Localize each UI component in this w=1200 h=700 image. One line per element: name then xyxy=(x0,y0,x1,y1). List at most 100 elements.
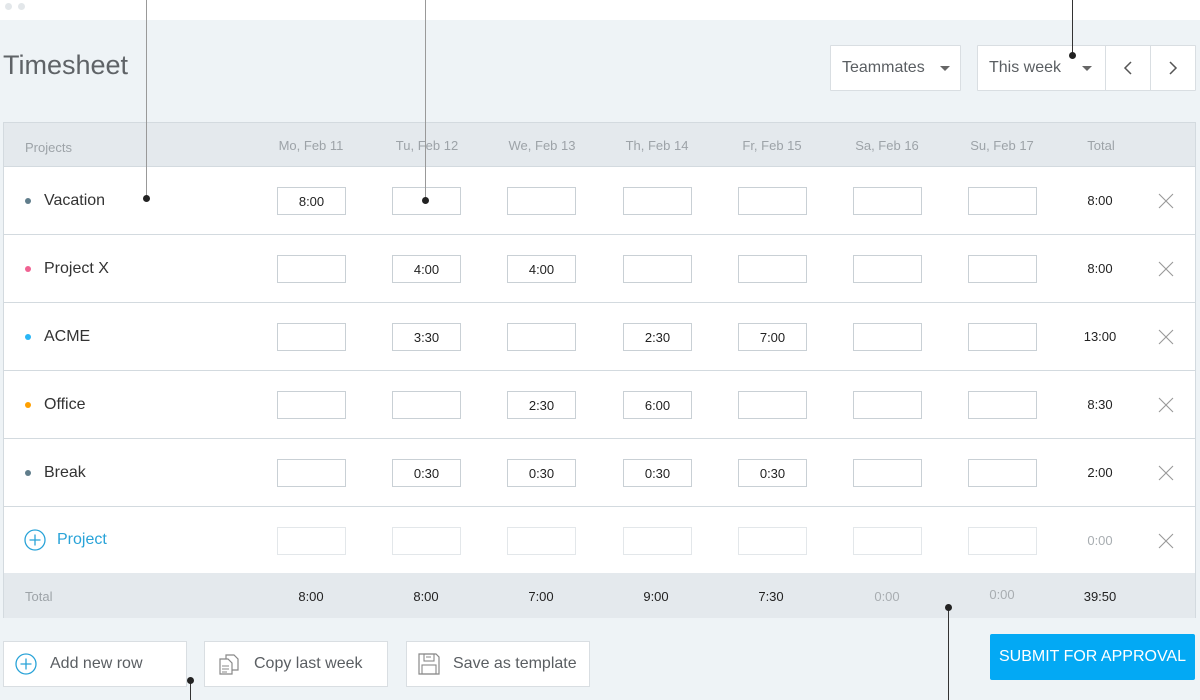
copy-last-week-label: Copy last week xyxy=(254,655,363,672)
time-entry-input[interactable] xyxy=(853,187,922,215)
time-entry-input[interactable]: 8:00 xyxy=(277,187,346,215)
time-entry-input[interactable] xyxy=(968,527,1037,555)
close-icon xyxy=(1158,329,1174,345)
project-name: Break xyxy=(44,464,86,481)
time-entry-input[interactable] xyxy=(277,255,346,283)
time-entry-input[interactable] xyxy=(277,391,346,419)
delete-row-button[interactable] xyxy=(1158,397,1174,413)
time-entry-input[interactable] xyxy=(968,323,1037,351)
time-entry-input[interactable] xyxy=(738,527,807,555)
time-entry-input[interactable] xyxy=(853,459,922,487)
project-color-dot xyxy=(25,334,31,340)
column-header: Th, Feb 14 xyxy=(625,138,689,153)
time-entry-input[interactable]: 0:30 xyxy=(623,459,692,487)
time-entry-input[interactable] xyxy=(853,323,922,351)
window-dot xyxy=(18,3,25,10)
delete-row-button[interactable] xyxy=(1158,533,1174,549)
page-title: Timesheet xyxy=(3,50,129,80)
time-entry-input[interactable] xyxy=(738,391,807,419)
teammates-dropdown[interactable]: Teammates xyxy=(830,45,961,91)
save-as-template-label: Save as template xyxy=(453,655,577,672)
day-total: 7:00 xyxy=(528,589,554,604)
time-entry-input[interactable] xyxy=(968,459,1037,487)
time-entry-input[interactable] xyxy=(277,459,346,487)
grand-total: 39:50 xyxy=(1083,589,1117,604)
time-entry-input[interactable]: 6:00 xyxy=(623,391,692,419)
callout-line xyxy=(146,0,147,198)
add-project-button[interactable]: Project xyxy=(24,529,107,551)
submit-for-approval-button[interactable]: SUBMIT FOR APPROVAL xyxy=(990,634,1195,680)
time-entry-input[interactable] xyxy=(277,323,346,351)
time-entry-input[interactable] xyxy=(392,391,461,419)
table-footer: Total 8:00 8:00 7:00 9:00 7:30 0:00 0:00 39:50 xyxy=(4,573,1195,618)
delete-row-button[interactable] xyxy=(1158,193,1174,209)
time-entry-input[interactable]: 3:30 xyxy=(392,323,461,351)
time-entry-input[interactable] xyxy=(853,391,922,419)
save-as-template-button[interactable]: Save as template xyxy=(406,641,590,687)
time-entry-input[interactable] xyxy=(853,527,922,555)
row-total: 8:30 xyxy=(1087,397,1113,412)
previous-week-button[interactable] xyxy=(1105,46,1150,90)
row-total: 8:00 xyxy=(1087,261,1113,276)
new-project-row: Project 0:00 xyxy=(4,507,1195,574)
time-entry-input[interactable] xyxy=(738,255,807,283)
time-entry-input[interactable] xyxy=(507,187,576,215)
close-icon xyxy=(1158,533,1174,549)
time-entry-input[interactable] xyxy=(507,323,576,351)
window-dot xyxy=(5,3,12,10)
time-entry-input[interactable]: 2:30 xyxy=(623,323,692,351)
day-total: 9:00 xyxy=(643,589,669,604)
row-total: 8:00 xyxy=(1087,193,1113,208)
time-entry-input[interactable] xyxy=(507,527,576,555)
project-color-dot xyxy=(25,402,31,408)
row-total: 13:00 xyxy=(1083,329,1117,344)
time-entry-input[interactable]: 4:00 xyxy=(392,255,461,283)
time-entry-input[interactable]: 0:30 xyxy=(392,459,461,487)
time-entry-input[interactable]: 4:00 xyxy=(507,255,576,283)
chevron-left-icon xyxy=(1123,61,1132,75)
time-entry-input[interactable]: 7:00 xyxy=(738,323,807,351)
time-entry-input[interactable]: 2:30 xyxy=(507,391,576,419)
column-header: Mo, Feb 11 xyxy=(278,138,344,153)
project-name: Project X xyxy=(44,260,109,277)
time-entry-input[interactable] xyxy=(623,527,692,555)
time-entry-input[interactable]: 0:30 xyxy=(738,459,807,487)
time-entry-input[interactable] xyxy=(277,527,346,555)
time-entry-input[interactable] xyxy=(623,255,692,283)
column-header: Fr, Feb 15 xyxy=(742,138,802,153)
period-dropdown[interactable]: This week xyxy=(978,46,1105,90)
row-total: 2:00 xyxy=(1087,465,1113,480)
period-selector: This week xyxy=(977,45,1196,91)
project-name: Office xyxy=(44,396,86,413)
next-week-button[interactable] xyxy=(1150,46,1195,90)
column-header: We, Feb 13 xyxy=(508,138,576,153)
plus-circle-icon xyxy=(15,653,37,675)
time-entry-input[interactable] xyxy=(392,527,461,555)
callout-line xyxy=(425,0,426,198)
time-entry-input[interactable] xyxy=(853,255,922,283)
day-total: 8:00 xyxy=(298,589,324,604)
delete-row-button[interactable] xyxy=(1158,329,1174,345)
time-entry-input[interactable]: 0:30 xyxy=(507,459,576,487)
time-entry-input[interactable] xyxy=(968,255,1037,283)
table-header: Projects Mo, Feb 11 Tu, Feb 12 We, Feb 1… xyxy=(4,123,1195,167)
delete-row-button[interactable] xyxy=(1158,261,1174,277)
add-project-label: Project xyxy=(57,531,107,548)
project-name: ACME xyxy=(44,328,91,345)
day-total: 8:00 xyxy=(413,589,439,604)
column-header: Tu, Feb 12 xyxy=(395,138,459,153)
callout-pin xyxy=(945,604,952,611)
period-label: This week xyxy=(989,59,1062,76)
save-icon xyxy=(418,653,440,675)
table-row: Vacation 8:00 8:00 xyxy=(4,167,1195,235)
time-entry-input[interactable] xyxy=(738,187,807,215)
delete-row-button[interactable] xyxy=(1158,465,1174,481)
callout-line xyxy=(1072,0,1073,54)
copy-icon xyxy=(219,654,239,675)
time-entry-input[interactable] xyxy=(623,187,692,215)
copy-last-week-button[interactable]: Copy last week xyxy=(204,641,388,687)
time-entry-input[interactable] xyxy=(968,391,1037,419)
callout-pin xyxy=(422,197,429,204)
add-new-row-button[interactable]: Add new row xyxy=(3,641,187,687)
time-entry-input[interactable] xyxy=(968,187,1037,215)
